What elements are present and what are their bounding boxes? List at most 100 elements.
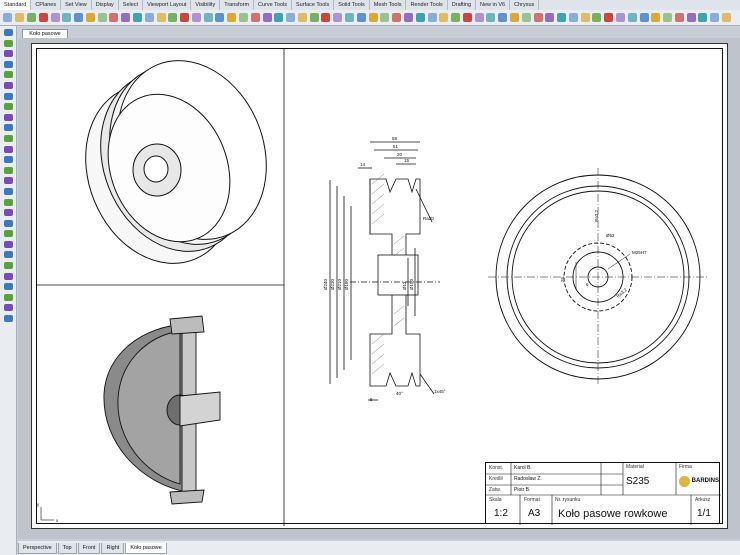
left-tool-icon[interactable] — [3, 198, 13, 206]
toolbar-tool-icon[interactable] — [168, 13, 178, 22]
left-tool-icon[interactable] — [3, 262, 13, 270]
ribbon-tab-new-in-v6[interactable]: New in V6 — [476, 0, 511, 10]
toolbar-tool-icon[interactable] — [62, 13, 72, 22]
bottom-tab-koło-pasowe[interactable]: Koło pasowe — [125, 542, 167, 554]
toolbar-tool-icon[interactable] — [403, 13, 413, 22]
ribbon-tab-display[interactable]: Display — [92, 0, 119, 10]
left-tool-icon[interactable] — [3, 60, 13, 68]
toolbar-tool-icon[interactable] — [239, 13, 249, 22]
toolbar-tool-icon[interactable] — [321, 13, 331, 22]
left-tool-icon[interactable] — [3, 315, 13, 323]
left-tool-icon[interactable] — [3, 240, 13, 248]
left-tool-icon[interactable] — [3, 103, 13, 111]
toolbar-tool-icon[interactable] — [38, 13, 48, 22]
ribbon-tab-chrysus[interactable]: Chrysus — [510, 0, 540, 10]
toolbar-tool-icon[interactable] — [415, 13, 425, 22]
ribbon-tab-cplanes[interactable]: CPlanes — [31, 0, 62, 10]
ribbon-tab-drafting[interactable]: Drafting — [448, 0, 477, 10]
toolbar-tool-icon[interactable] — [215, 13, 225, 22]
toolbar-tool-icon[interactable] — [427, 13, 437, 22]
toolbar-tool-icon[interactable] — [227, 13, 237, 22]
toolbar-tool-icon[interactable] — [592, 13, 602, 22]
left-tool-icon[interactable] — [3, 156, 13, 164]
toolbar-tool-icon[interactable] — [545, 13, 555, 22]
toolbar-tool-icon[interactable] — [686, 13, 696, 22]
left-tool-icon[interactable] — [3, 219, 13, 227]
left-tool-icon[interactable] — [3, 230, 13, 238]
toolbar-tool-icon[interactable] — [474, 13, 484, 22]
left-tool-icon[interactable] — [3, 251, 13, 259]
toolbar-tool-icon[interactable] — [85, 13, 95, 22]
toolbar-tool-icon[interactable] — [698, 13, 708, 22]
ribbon-tab-solid-tools[interactable]: Solid Tools — [334, 0, 370, 10]
ribbon-tab-curve-tools[interactable]: Curve Tools — [254, 0, 292, 10]
toolbar-tool-icon[interactable] — [297, 13, 307, 22]
toolbar-tool-icon[interactable] — [639, 13, 649, 22]
left-tool-icon[interactable] — [3, 92, 13, 100]
left-tool-icon[interactable] — [3, 50, 13, 58]
left-tool-icon[interactable] — [3, 81, 13, 89]
ribbon-tab-select[interactable]: Select — [119, 0, 144, 10]
toolbar-tool-icon[interactable] — [604, 13, 614, 22]
toolbar-tool-icon[interactable] — [50, 13, 60, 22]
toolbar-tool-icon[interactable] — [439, 13, 449, 22]
left-tool-icon[interactable] — [3, 177, 13, 185]
toolbar-tool-icon[interactable] — [710, 13, 720, 22]
toolbar-tool-icon[interactable] — [557, 13, 567, 22]
toolbar-tool-icon[interactable] — [191, 13, 201, 22]
bottom-tab-top[interactable]: Top — [57, 542, 77, 554]
toolbar-tool-icon[interactable] — [286, 13, 296, 22]
left-tool-icon[interactable] — [3, 209, 13, 217]
toolbar-tool-icon[interactable] — [180, 13, 190, 22]
toolbar-tool-icon[interactable] — [451, 13, 461, 22]
left-tool-icon[interactable] — [3, 39, 13, 47]
left-tool-icon[interactable] — [3, 283, 13, 291]
toolbar-tool-icon[interactable] — [568, 13, 578, 22]
bottom-tab-front[interactable]: Front — [77, 542, 101, 554]
ribbon-tab-transform[interactable]: Transform — [220, 0, 255, 10]
left-tool-icon[interactable] — [3, 29, 13, 36]
toolbar-tool-icon[interactable] — [392, 13, 402, 22]
toolbar-tool-icon[interactable] — [627, 13, 637, 22]
toolbar-tool-icon[interactable] — [651, 13, 661, 22]
toolbar-tool-icon[interactable] — [262, 13, 272, 22]
ribbon-tab-viewport-layout[interactable]: Viewport Layout — [143, 0, 192, 10]
toolbar-tool-icon[interactable] — [309, 13, 319, 22]
left-tool-icon[interactable] — [3, 187, 13, 195]
toolbar-tool-icon[interactable] — [345, 13, 355, 22]
toolbar-tool-icon[interactable] — [333, 13, 343, 22]
toolbar-tool-icon[interactable] — [74, 13, 84, 22]
toolbar-tool-icon[interactable] — [616, 13, 626, 22]
toolbar-tool-icon[interactable] — [521, 13, 531, 22]
ribbon-tab-mesh-tools[interactable]: Mesh Tools — [370, 0, 407, 10]
toolbar-tool-icon[interactable] — [486, 13, 496, 22]
toolbar-tool-icon[interactable] — [156, 13, 166, 22]
toolbar-tool-icon[interactable] — [533, 13, 543, 22]
left-tool-icon[interactable] — [3, 293, 13, 301]
left-tool-icon[interactable] — [3, 304, 13, 312]
toolbar-tool-icon[interactable] — [132, 13, 142, 22]
toolbar-tool-icon[interactable] — [580, 13, 590, 22]
toolbar-tool-icon[interactable] — [462, 13, 472, 22]
left-tool-icon[interactable] — [3, 145, 13, 153]
left-tool-icon[interactable] — [3, 124, 13, 132]
toolbar-tool-icon[interactable] — [250, 13, 260, 22]
ribbon-tab-surface-tools[interactable]: Surface Tools — [292, 0, 335, 10]
ribbon-tab-visibility[interactable]: Visibility — [191, 0, 221, 10]
left-tool-icon[interactable] — [3, 272, 13, 280]
bottom-tab-perspective[interactable]: Perspective — [18, 542, 57, 554]
left-tool-icon[interactable] — [3, 134, 13, 142]
toolbar-tool-icon[interactable] — [203, 13, 213, 22]
drawing-sheet[interactable]: x y 58 51 20 15 14 Ø240 Ø230 Ø210 Ø180 Ø… — [31, 43, 728, 529]
toolbar-tool-icon[interactable] — [26, 13, 36, 22]
toolbar-tool-icon[interactable] — [121, 13, 131, 22]
toolbar-tool-icon[interactable] — [15, 13, 25, 22]
toolbar-tool-icon[interactable] — [3, 13, 13, 22]
toolbar-tool-icon[interactable] — [109, 13, 119, 22]
toolbar-tool-icon[interactable] — [144, 13, 154, 22]
bottom-tab-right[interactable]: Right — [101, 542, 125, 554]
toolbar-tool-icon[interactable] — [722, 13, 732, 22]
ribbon-tab-standard[interactable]: Standard — [0, 0, 32, 10]
toolbar-tool-icon[interactable] — [663, 13, 673, 22]
left-tool-icon[interactable] — [3, 166, 13, 174]
